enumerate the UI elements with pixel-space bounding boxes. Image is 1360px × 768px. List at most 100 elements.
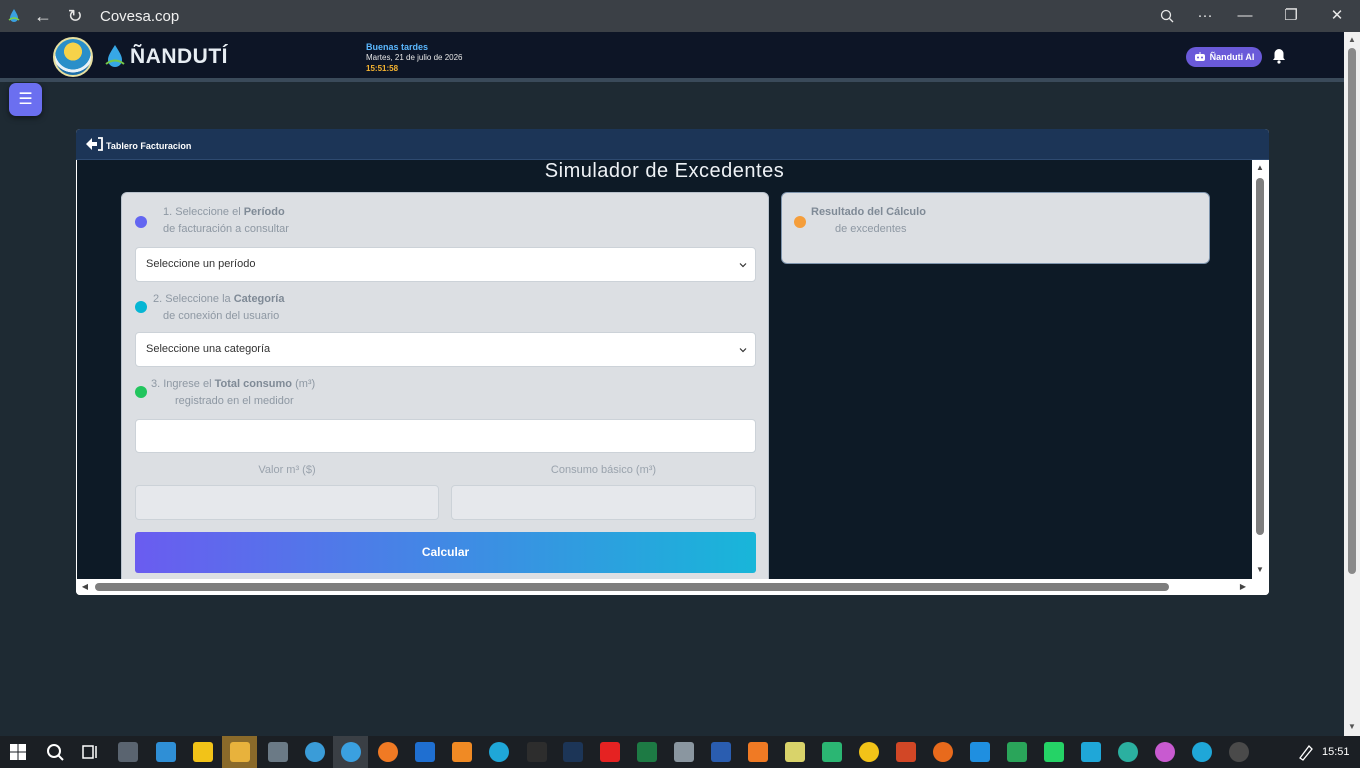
youtube-icon[interactable] <box>600 742 620 762</box>
taskbar-app-icon[interactable] <box>674 742 694 762</box>
nanduti-ai-button[interactable]: Ñanduti AI <box>1186 47 1262 67</box>
covesa-app-icon[interactable] <box>305 742 325 762</box>
taskbar-app-icon[interactable] <box>748 742 768 762</box>
restore-icon[interactable]: ❐ <box>1280 5 1302 27</box>
bell-icon[interactable] <box>1272 48 1286 64</box>
step2-line2: de conexión del usuario <box>163 310 280 322</box>
result-dot <box>794 216 806 228</box>
firefox-icon[interactable] <box>378 742 398 762</box>
page-scroll-down-icon[interactable]: ▼ <box>1347 722 1357 732</box>
scroll-left-icon[interactable]: ◀ <box>80 582 90 592</box>
menu-button[interactable]: ☰ <box>9 83 42 116</box>
chevron-down-icon <box>739 263 747 268</box>
page-title: Simulador de Excedentes <box>544 160 785 182</box>
reload-icon[interactable]: ↻ <box>65 6 85 26</box>
modal-vertical-scrollbar[interactable]: ▲ ▼ <box>1252 160 1268 579</box>
windows-start-icon[interactable] <box>8 742 28 762</box>
taskbar-app-icon[interactable] <box>156 742 176 762</box>
top-navbar: ÑANDUTÍ Buenas tardes Martes, 21 de juli… <box>0 32 1344 78</box>
taskbar-app-icon[interactable] <box>452 742 472 762</box>
back-icon[interactable]: ← <box>33 6 53 26</box>
taskbar-app-icon[interactable] <box>563 742 583 762</box>
water-drop-icon <box>105 45 125 67</box>
navbar-strip <box>0 78 1344 82</box>
date-text: Martes, 21 de julio de 2026 <box>366 53 463 62</box>
word-icon[interactable] <box>711 742 731 762</box>
exit-back-icon[interactable] <box>85 137 103 151</box>
file-explorer-icon[interactable] <box>230 742 250 762</box>
powerpoint-icon[interactable] <box>896 742 916 762</box>
taskbar-app-icon[interactable] <box>822 742 842 762</box>
taskbar-app-icon[interactable] <box>1229 742 1249 762</box>
taskbar-app-icon[interactable] <box>933 742 953 762</box>
category-select-value: Seleccione una categoría <box>146 343 271 355</box>
result-card: Resultado del Cálculo de excedentes <box>781 192 1210 264</box>
taskbar-clock: 15:51 <box>1322 746 1350 758</box>
simulator-form-card: 1. Seleccione el Período de facturación … <box>121 192 769 579</box>
scroll-right-icon[interactable]: ▶ <box>1238 582 1248 592</box>
modal-body: Simulador de Excedentes 1. Seleccione el… <box>77 160 1252 579</box>
step3-dot <box>135 386 147 398</box>
valor-m3-field <box>135 485 439 520</box>
minimize-icon[interactable]: — <box>1234 5 1256 27</box>
step1-pre: 1. Seleccione el <box>163 206 244 218</box>
scroll-down-icon[interactable]: ▼ <box>1255 565 1265 575</box>
consumo-basico-field <box>451 485 756 520</box>
browser-covesa-icon[interactable] <box>341 742 361 762</box>
page-vertical-scrollbar[interactable]: ▲ ▼ <box>1344 32 1360 736</box>
total-consumo-input[interactable] <box>135 419 756 453</box>
ai-button-label: Ñanduti AI <box>1209 52 1255 62</box>
step1-dot <box>135 216 147 228</box>
step2-bold: Categoría <box>233 293 285 305</box>
notepad-icon[interactable] <box>785 742 805 762</box>
covesa-logo <box>53 37 93 77</box>
brand-name: ÑANDUTÍ <box>130 45 228 68</box>
modal-horizontal-scrollbar[interactable]: ◀ ▶ <box>76 579 1269 595</box>
modal-header-title: Tablero Facturacion <box>106 141 192 151</box>
step3-line2: registrado en el medidor <box>175 395 294 407</box>
pen-icon[interactable] <box>1296 742 1316 762</box>
outlook-icon[interactable] <box>415 742 435 762</box>
task-view-icon[interactable] <box>80 742 100 762</box>
calculator-icon[interactable] <box>268 742 288 762</box>
edge-icon[interactable] <box>489 742 509 762</box>
page-scroll-thumb[interactable] <box>1348 48 1356 574</box>
consumo-basico-label: Consumo básico (m³) <box>550 464 657 476</box>
calcular-button[interactable]: Calcular <box>135 532 756 573</box>
step1-line2: de facturación a consultar <box>163 223 289 235</box>
vertical-scroll-thumb[interactable] <box>1256 178 1264 535</box>
result-text: Resultado del Cálculo de excedentes <box>811 204 926 238</box>
vscode-icon[interactable] <box>970 742 990 762</box>
step1-text: 1. Seleccione el Período de facturación … <box>163 204 289 238</box>
whatsapp-icon[interactable] <box>1044 742 1064 762</box>
sticky-notes-icon[interactable] <box>193 742 213 762</box>
chevron-down-icon <box>739 348 747 353</box>
windows-taskbar: 15:51 <box>0 736 1360 768</box>
excel-icon[interactable] <box>637 742 657 762</box>
taskbar-app-icon[interactable] <box>1155 742 1175 762</box>
browser-tab-title: Covesa.cop <box>100 8 180 25</box>
time-text: 15:51:58 <box>366 64 399 73</box>
scroll-up-icon[interactable]: ▲ <box>1255 163 1265 173</box>
taskbar-app-icon[interactable] <box>118 742 138 762</box>
category-select[interactable]: Seleccione una categoría <box>135 332 756 367</box>
search-icon[interactable] <box>45 742 65 762</box>
simulator-modal: Tablero Facturacion Simulador de Exceden… <box>76 129 1269 595</box>
step3-text: 3. Ingrese el Total consumo (m³) registr… <box>151 376 315 410</box>
horizontal-scroll-thumb[interactable] <box>95 583 1169 591</box>
taskbar-app-icon[interactable] <box>527 742 547 762</box>
taskbar-app-icon[interactable] <box>1007 742 1027 762</box>
zoom-icon[interactable] <box>1156 5 1178 27</box>
taskbar-app-icon[interactable] <box>1081 742 1101 762</box>
step3-post: (m³) <box>292 378 316 390</box>
period-select[interactable]: Seleccione un período <box>135 247 756 282</box>
period-select-value: Seleccione un período <box>146 258 256 270</box>
close-icon[interactable]: ✕ <box>1326 5 1348 27</box>
more-options-icon[interactable]: ··· <box>1194 5 1216 27</box>
edge-dev-icon[interactable] <box>1192 742 1212 762</box>
page-scroll-up-icon[interactable]: ▲ <box>1347 35 1357 45</box>
taskbar-app-icon[interactable] <box>1118 742 1138 762</box>
taskbar-app-icon[interactable] <box>859 742 879 762</box>
brand-logo: ÑANDUTÍ <box>104 44 228 70</box>
step2-dot <box>135 301 147 313</box>
